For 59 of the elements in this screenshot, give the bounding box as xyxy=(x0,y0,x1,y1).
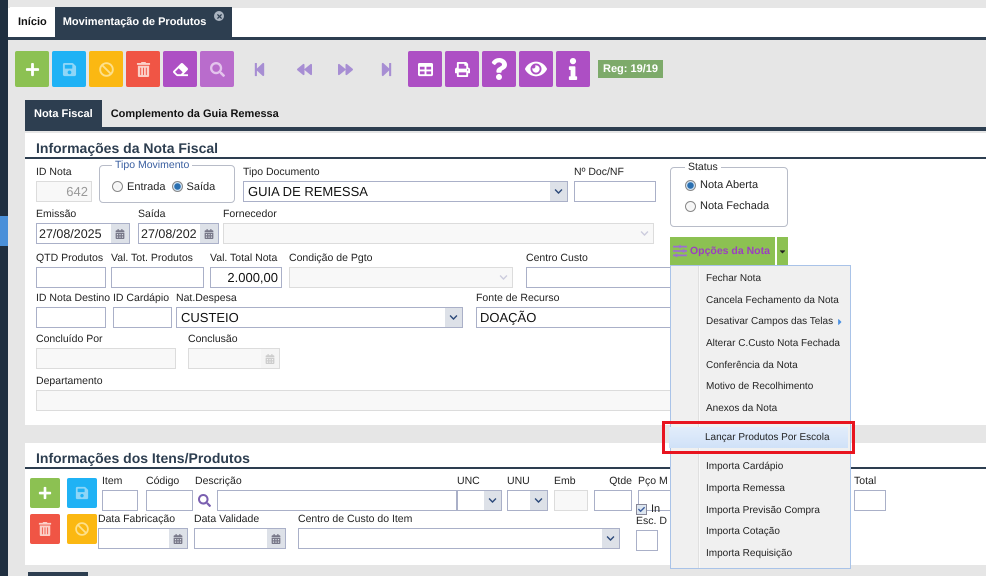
field-label: Descrição xyxy=(195,475,242,488)
field-label: Código xyxy=(146,475,180,488)
menu-item[interactable]: Importa Cotação xyxy=(673,520,848,543)
field-label: Tipo Documento xyxy=(243,166,320,179)
field-label: QTD Produtos xyxy=(36,252,104,265)
field-label: Saída xyxy=(138,208,166,221)
field-label: Nº Doc/NF xyxy=(574,166,624,179)
section-title: Informações da Nota Fiscal xyxy=(25,133,986,159)
radio-button[interactable]: Nota Aberta xyxy=(685,179,787,191)
menu-item[interactable]: Conferência da Nota xyxy=(673,354,848,376)
dropdown-field[interactable]: GUIA DE REMESSA xyxy=(243,181,568,202)
tab[interactable]: Nota Fiscal xyxy=(25,100,102,127)
field-label: UNU xyxy=(507,475,530,488)
menu-item[interactable]: Importa Cardápio xyxy=(673,456,848,478)
field-label: Fornecedor xyxy=(223,208,277,221)
text-field[interactable]: 2.000,00 xyxy=(210,267,282,288)
radio-button[interactable]: Saída xyxy=(172,180,216,192)
group-legend: Status xyxy=(685,161,721,173)
field-label: Val. Total Nota xyxy=(210,252,278,265)
menu-item[interactable]: Lançar Produtos Por Escola xyxy=(662,421,855,454)
field-label: ID Nota xyxy=(36,166,72,179)
menu-item[interactable]: Fechar Nota xyxy=(673,268,848,290)
menu-item[interactable]: Motivo de Recolhimento xyxy=(673,376,848,398)
radio-button[interactable]: Entrada xyxy=(112,180,166,192)
field-label: UNC xyxy=(457,475,480,488)
date-field[interactable]: 27/08/202 xyxy=(138,223,219,244)
menu-item[interactable]: Importa Requisição xyxy=(673,542,848,564)
checkbox[interactable]: In xyxy=(636,503,660,515)
field-label: Qtde xyxy=(609,475,632,488)
radio-button[interactable]: Nota Fechada xyxy=(685,200,787,212)
menu-item[interactable]: Anexos da Nota xyxy=(673,398,848,420)
field-label: Total xyxy=(854,475,876,488)
field-label: Centro de Custo do Item xyxy=(298,513,412,526)
field-label: Val. Tot. Produtos xyxy=(111,252,193,265)
group-legend: Tipo Movimento xyxy=(112,159,192,171)
date-field[interactable]: 27/08/2025 xyxy=(36,223,130,244)
field-label: Data Fabricação xyxy=(98,513,176,526)
field-label: Concluído Por xyxy=(36,333,103,346)
dropdown-field[interactable]: CUSTEIO xyxy=(176,307,463,328)
field-label: Data Validade xyxy=(194,513,260,526)
field-label: ID Nota Destino xyxy=(36,292,110,305)
tab[interactable]: Movimentação de Produtos xyxy=(54,7,232,37)
field-label: Item xyxy=(102,475,122,488)
field-label: Fonte de Recurso xyxy=(476,292,560,305)
field-label: Emb xyxy=(554,475,576,488)
field-label: Departamento xyxy=(36,375,103,388)
field-label: Condição de Pgto xyxy=(289,252,372,265)
menu-item[interactable]: Alterar C.Custo Nota Fechada xyxy=(673,332,848,354)
tab[interactable]: Complemento da Guia Remessa xyxy=(102,100,288,127)
field-label: Emissão xyxy=(36,208,76,221)
field-label: Centro Custo xyxy=(526,252,588,265)
field-label: Conclusão xyxy=(188,333,238,346)
field-label: Nat.Despesa xyxy=(176,292,237,305)
field-label: Pço M xyxy=(638,475,668,488)
record-counter: Reg: 19/19 xyxy=(598,60,664,78)
field-label: ID Cardápio xyxy=(113,292,170,305)
menu-item[interactable]: Importa Remessa xyxy=(673,478,848,500)
field-label: Esc. D xyxy=(636,515,667,528)
menu-item[interactable]: Importa Previsão Compra xyxy=(673,499,848,521)
